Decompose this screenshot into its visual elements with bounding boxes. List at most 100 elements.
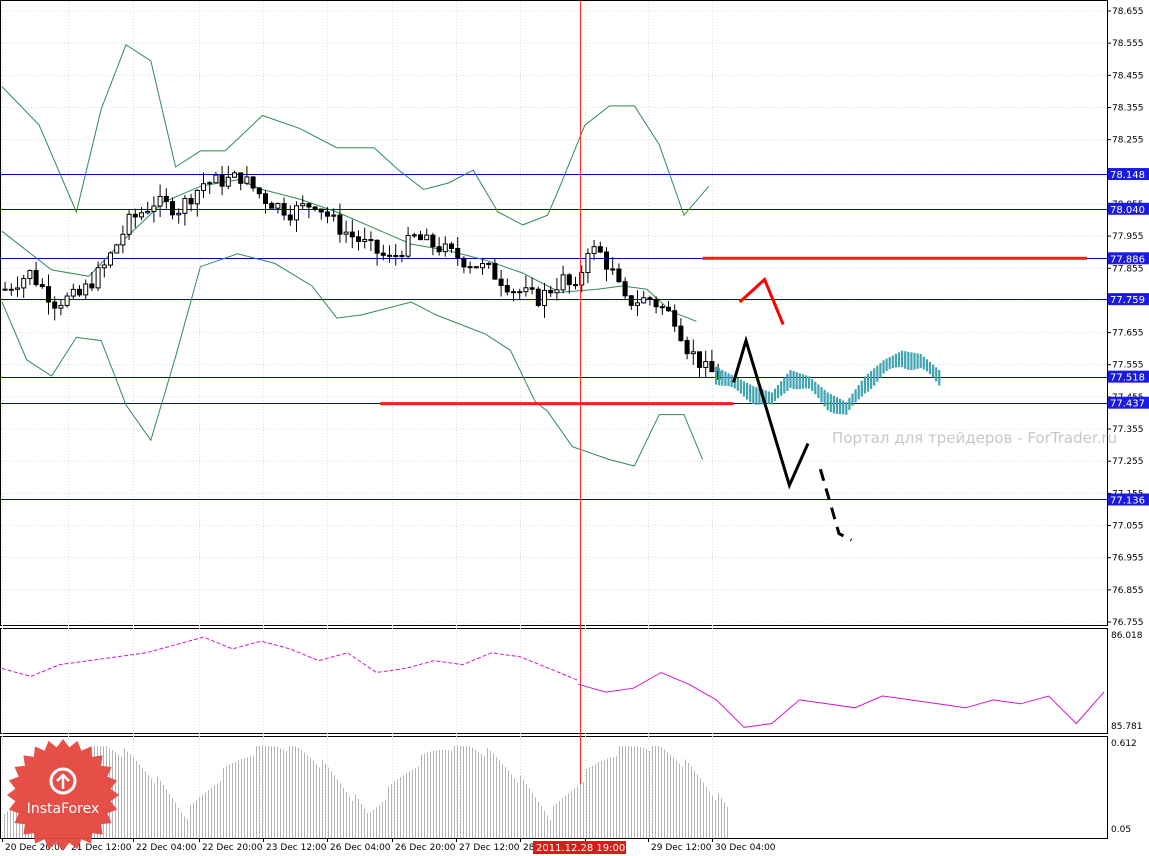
y-tick-label: 77.055	[1112, 522, 1144, 532]
candle-body	[2, 288, 8, 291]
candle	[95, 261, 101, 291]
forecast-bar	[783, 377, 786, 394]
candle	[591, 239, 597, 261]
bands-upper-line	[1, 44, 710, 226]
candle	[709, 349, 715, 373]
candle-body	[548, 289, 554, 294]
candle-body	[70, 288, 76, 297]
forecast-bar	[820, 387, 823, 403]
candle-body	[511, 291, 516, 294]
candle-body	[374, 239, 380, 254]
level-badge-label: 77.759	[1110, 295, 1145, 306]
candle	[170, 197, 175, 220]
instaforex-logo[interactable]: InstaForex	[7, 739, 119, 851]
forecast-bar	[727, 373, 730, 387]
candle	[473, 266, 479, 269]
candle	[163, 188, 169, 209]
candle-body	[411, 234, 417, 237]
candle	[535, 286, 541, 308]
forecast-bar	[845, 402, 848, 415]
forecast-bar	[932, 364, 935, 378]
candle-body	[591, 246, 597, 254]
candle	[201, 172, 206, 198]
candle-body	[405, 234, 411, 257]
candle	[641, 290, 647, 304]
candle-body	[263, 193, 268, 204]
forecast-bar	[746, 382, 749, 400]
candle-body	[21, 278, 27, 289]
forecast-bar	[721, 369, 724, 386]
y-tick-label: 78.355	[1112, 103, 1144, 113]
candle-body	[250, 176, 256, 189]
forecast-bar	[730, 374, 733, 387]
forecast-bar	[935, 367, 938, 382]
forecast-bar	[718, 368, 721, 386]
candle-body	[523, 287, 529, 293]
forecast-bar	[789, 369, 792, 388]
price-panel-frame	[0, 0, 1108, 626]
candle	[269, 201, 275, 209]
candle-body	[449, 243, 454, 249]
candle-body	[8, 288, 14, 291]
candle	[356, 230, 361, 251]
candle	[622, 277, 628, 299]
candle-body	[126, 213, 132, 235]
candle	[194, 189, 200, 217]
candle-body	[27, 270, 33, 280]
y-tick-label: 77.555	[1112, 361, 1144, 371]
candle-body	[95, 267, 101, 289]
candle	[542, 282, 547, 318]
candle-body	[170, 201, 175, 216]
forecast-bar	[888, 357, 891, 370]
candle-body	[442, 243, 448, 253]
forecast-bar	[826, 392, 829, 411]
forecast-bar	[848, 397, 851, 410]
candle-body	[597, 246, 603, 253]
forecast-bar	[894, 353, 897, 368]
x-tick-label: 29 Dec 12:00	[651, 843, 712, 853]
y-tick-label: 77.855	[1112, 264, 1144, 274]
forecast-bar	[863, 376, 866, 394]
candle	[182, 195, 188, 226]
candle-body	[83, 283, 89, 296]
candle	[616, 263, 622, 283]
candle-body	[647, 297, 653, 300]
y-tick-label: 76.955	[1112, 554, 1144, 564]
candle-body	[604, 251, 609, 270]
y-tick-label: 78.455	[1112, 71, 1144, 81]
candle	[362, 227, 368, 249]
candle-body	[697, 351, 702, 368]
x-tick-label: 30 Dec 04:00	[715, 843, 776, 853]
forecast-bar	[839, 398, 842, 415]
candle-body	[492, 262, 498, 280]
forecast-bar	[749, 384, 752, 403]
candle-body	[585, 252, 591, 274]
x-tick-label: 26 Dec 04:00	[330, 843, 391, 853]
bands-lower-line	[1, 253, 704, 467]
candle	[585, 248, 591, 284]
y-tick-label: 77.655	[1112, 329, 1144, 339]
candle	[219, 165, 225, 196]
candle	[213, 171, 219, 184]
level-badge-label: 77.437	[1110, 399, 1145, 410]
candle-body	[535, 288, 541, 306]
level-badge-label: 77.136	[1110, 495, 1145, 506]
candle-body	[356, 236, 361, 242]
candle	[411, 232, 417, 239]
candle	[529, 277, 535, 295]
candle	[548, 285, 554, 297]
candle-body	[542, 289, 547, 306]
candle-body	[232, 172, 237, 178]
candle-body	[610, 268, 616, 271]
candle-body	[653, 298, 659, 308]
candle	[399, 250, 405, 263]
candle	[678, 318, 684, 342]
forecast-bar	[739, 379, 742, 394]
candle	[461, 256, 467, 274]
candle	[554, 277, 560, 301]
candle	[244, 166, 250, 186]
candle-body	[641, 297, 647, 304]
candle	[287, 205, 293, 226]
x-tick-label: 22 Dec 20:00	[202, 843, 263, 853]
candle	[120, 225, 126, 254]
